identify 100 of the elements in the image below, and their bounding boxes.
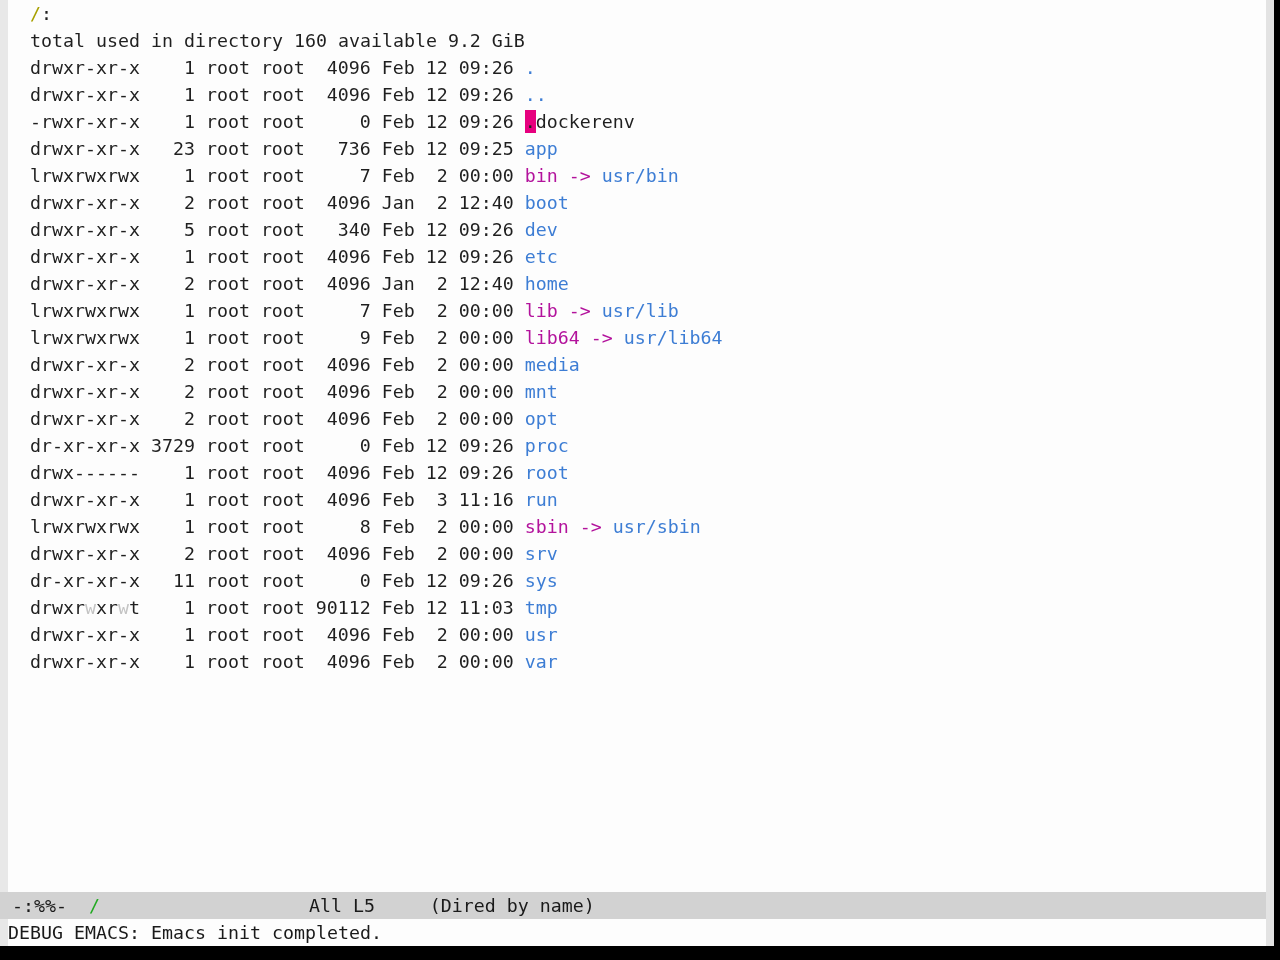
file-size: 4096 xyxy=(326,623,371,647)
directory-name[interactable]: mnt xyxy=(524,378,558,405)
directory-name[interactable]: srv xyxy=(524,540,558,567)
permission-bits: drwxr-xr-x xyxy=(30,380,140,404)
file-size: 0 xyxy=(359,569,371,593)
file-size: 9 xyxy=(359,326,371,350)
time-text: 00:00 xyxy=(458,380,514,404)
link-count: 1 xyxy=(183,650,195,674)
directory-name[interactable]: boot xyxy=(524,189,569,216)
date-day: 2 xyxy=(436,189,448,216)
directory-name[interactable]: root xyxy=(524,459,569,486)
owner-name: root xyxy=(205,83,250,107)
owner-name: root xyxy=(205,56,250,80)
group-name: root xyxy=(260,245,305,269)
file-size: 4096 xyxy=(326,461,371,485)
symlink-name[interactable]: lib64 xyxy=(524,324,580,351)
symlink-name[interactable]: sbin xyxy=(524,513,569,540)
group-name: root xyxy=(260,515,305,539)
file-size: 8 xyxy=(359,515,371,539)
date-day: 2 xyxy=(436,540,448,567)
time-text: 12:40 xyxy=(458,272,514,296)
directory-name[interactable]: usr xyxy=(524,621,558,648)
symlink-name[interactable]: lib xyxy=(524,297,558,324)
directory-name[interactable]: app xyxy=(524,135,558,162)
date-day: 2 xyxy=(436,648,448,675)
permission-bits: drwxr-xr-x xyxy=(30,623,140,647)
owner-name: root xyxy=(205,515,250,539)
link-count: 1 xyxy=(183,515,195,539)
file-size: 7 xyxy=(359,299,371,323)
group-name: root xyxy=(260,650,305,674)
owner-name: root xyxy=(205,650,250,674)
date-day: 12 xyxy=(425,54,448,81)
owner-name: root xyxy=(205,326,250,350)
link-count: 2 xyxy=(183,191,195,215)
permission-bits: t xyxy=(129,596,140,620)
symlink-name[interactable]: bin xyxy=(524,162,558,189)
permission-bits: drwxr-xr-x xyxy=(30,353,140,377)
link-count: 2 xyxy=(183,542,195,566)
time-text: 00:00 xyxy=(458,542,514,566)
file-size: 7 xyxy=(359,164,371,188)
link-count: 2 xyxy=(183,272,195,296)
link-count: 1 xyxy=(183,326,195,350)
directory-name[interactable]: .. xyxy=(524,81,547,108)
group-name: root xyxy=(260,380,305,404)
link-count: 11 xyxy=(172,569,195,593)
owner-name: root xyxy=(205,596,250,620)
owner-name: root xyxy=(205,488,250,512)
link-arrow: -> xyxy=(590,326,613,350)
directory-name[interactable]: var xyxy=(524,648,558,675)
link-target: usr/lib64 xyxy=(623,326,723,350)
owner-name: root xyxy=(205,434,250,458)
date-day: 12 xyxy=(425,135,448,162)
date-month: Feb xyxy=(381,299,415,323)
date-month: Feb xyxy=(381,218,415,242)
date-day: 2 xyxy=(436,297,448,324)
link-count: 23 xyxy=(172,137,195,161)
owner-name: root xyxy=(205,380,250,404)
permission-bits: drwxr-xr-x xyxy=(30,83,140,107)
group-name: root xyxy=(260,164,305,188)
permission-bits: dr-xr-xr-x xyxy=(30,434,140,458)
owner-name: root xyxy=(205,461,250,485)
directory-name[interactable]: . xyxy=(524,54,536,81)
left-fringe xyxy=(0,919,8,946)
directory-name[interactable]: etc xyxy=(524,243,558,270)
file-size: 4096 xyxy=(326,56,371,80)
permission-bits: lrwxrwxrwx xyxy=(30,515,140,539)
date-day: 2 xyxy=(436,162,448,189)
directory-name[interactable]: sys xyxy=(524,567,558,594)
time-text: 09:26 xyxy=(458,218,514,242)
owner-name: root xyxy=(205,299,250,323)
date-month: Feb xyxy=(381,569,415,593)
link-count: 2 xyxy=(183,380,195,404)
group-name: root xyxy=(260,542,305,566)
time-text: 09:26 xyxy=(458,245,514,269)
time-text: 00:00 xyxy=(458,623,514,647)
link-count: 1 xyxy=(183,461,195,485)
directory-name[interactable]: run xyxy=(524,486,558,513)
date-day: 12 xyxy=(425,432,448,459)
permission-bits: drwxr-xr-x xyxy=(30,218,140,242)
time-text: 09:26 xyxy=(458,56,514,80)
directory-name[interactable]: opt xyxy=(524,405,558,432)
date-day: 2 xyxy=(436,324,448,351)
date-day: 12 xyxy=(425,594,448,621)
date-month: Feb xyxy=(381,164,415,188)
date-month: Feb xyxy=(381,56,415,80)
file-size: 4096 xyxy=(326,407,371,431)
date-month: Feb xyxy=(381,245,415,269)
time-text: 11:03 xyxy=(458,596,514,620)
owner-name: root xyxy=(205,191,250,215)
directory-name[interactable]: proc xyxy=(524,432,569,459)
directory-name[interactable]: media xyxy=(524,351,580,378)
time-text: 00:00 xyxy=(458,299,514,323)
permission-bits: drwx------ xyxy=(30,461,140,485)
time-text: 00:00 xyxy=(458,515,514,539)
date-month: Feb xyxy=(381,488,415,512)
directory-name[interactable]: home xyxy=(524,270,569,297)
directory-name[interactable]: dev xyxy=(524,216,558,243)
owner-name: root xyxy=(205,542,250,566)
directory-name[interactable]: tmp xyxy=(524,594,558,621)
owner-name: root xyxy=(205,245,250,269)
